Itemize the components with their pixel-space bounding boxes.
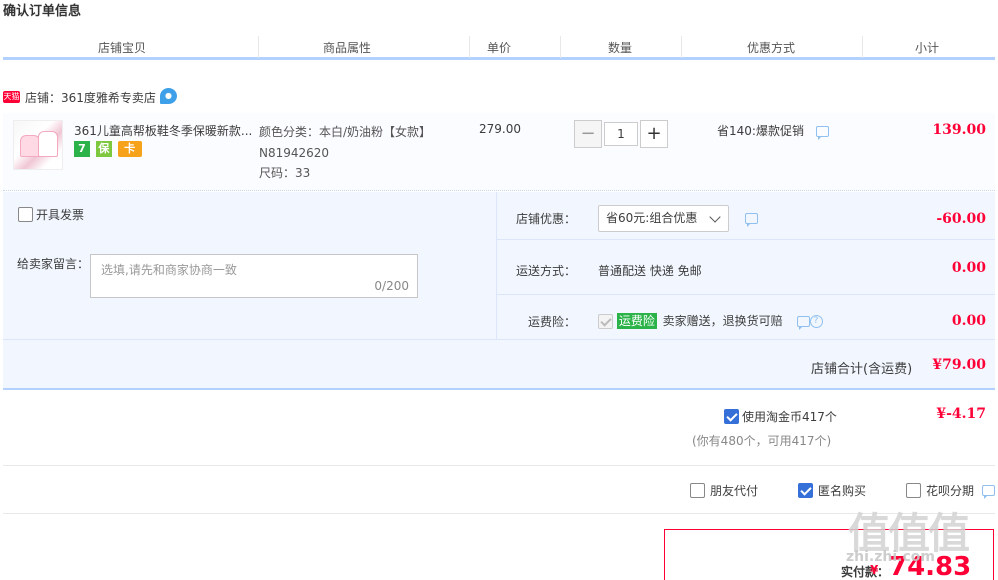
item-row: 361儿童高帮板鞋冬季保暖新款... 7 保 卡 颜色分类：本白/奶油粉【女款】… [3,113,995,191]
help-icon[interactable]: ? [809,315,823,328]
huabei-installment-option[interactable]: 花呗分期 [906,482,995,499]
use-coins-checkbox[interactable] [724,409,739,424]
column-divider [560,36,561,58]
promotion: 省140:爆款促销 [717,122,829,140]
promo-info-icon[interactable] [815,126,829,140]
unit-price: 279.00 [479,122,521,136]
anonymous-buy-checkbox[interactable] [798,483,813,498]
use-coins-label: 使用淘金币417个 [742,410,837,424]
insurance-text: 卖家赠送，退换货可赔 [662,314,783,328]
service-icons: 7 保 卡 [74,141,144,157]
column-subtotal: 小计 [915,41,940,55]
shipping-value: 普通配送 快递 免邮 [598,264,702,278]
divider [496,294,995,295]
friend-pay-checkbox[interactable] [690,483,705,498]
column-unit-price: 单价 [487,41,512,55]
order-options: 开具发票 给卖家留言： 选填,请先和商家协商一致 0/200 店铺优惠： 省60… [3,192,995,340]
column-divider [258,36,259,58]
huabei-label: 花呗分期 [926,484,975,498]
extra-options-row: 朋友代付 匿名购买 花呗分期 [3,466,995,514]
product-thumbnail[interactable] [13,120,63,170]
invoice-label: 开具发票 [36,208,85,222]
seven-day-return-icon[interactable]: 7 [74,141,90,157]
insurance-badge: 运费险 [616,313,657,329]
column-divider [681,36,682,58]
insurance-option: 运费险 卖家赠送，退换货可赔 ? [598,312,823,330]
shoe-image [20,135,40,157]
insurance-chat-icon[interactable] [796,316,810,330]
item-title-link[interactable]: 361儿童高帮板鞋冬季保暖新款... [74,122,256,139]
payment-currency: ¥ [870,563,879,577]
guarantee-icon[interactable]: 保 [95,141,112,157]
shop-discount-selected: 省60元:组合优惠 [606,211,698,225]
discount-info-icon[interactable] [745,213,758,227]
anonymous-buy-option[interactable]: 匿名购买 [798,482,866,499]
shop-total-label: 店铺合计(含运费) [811,362,913,377]
shop-discount-amount: -60.00 [936,211,986,227]
invoice-option[interactable]: 开具发票 [18,206,84,223]
column-divider [469,36,470,58]
sku-size: 尺码：33 [259,166,311,180]
sku-color: 颜色分类：本白/奶油粉【女款】 [259,125,432,139]
column-shop-items: 店铺宝贝 [98,41,147,55]
shop-discount-select[interactable]: 省60元:组合优惠 [598,205,729,232]
quantity-minus-button[interactable]: − [574,120,602,148]
invoice-checkbox[interactable] [18,207,33,222]
message-textarea[interactable]: 选填,请先和商家协商一致 0/200 [90,254,418,298]
anonymous-buy-label: 匿名购买 [818,484,867,498]
column-quantity: 数量 [608,41,633,55]
insurance-amount: 0.00 [951,313,986,329]
shoe-image [38,131,58,157]
wangwang-chat-icon[interactable]: ● [160,88,177,104]
huabei-checkbox[interactable] [906,483,921,498]
taobao-coin-row: 使用淘金币417个 (你有480个，可用417个) ¥-4.17 [3,392,995,466]
column-header: 店铺宝贝 商品属性 单价 数量 优惠方式 小计 [3,32,995,60]
friend-pay-option[interactable]: 朋友代付 [690,482,758,499]
coins-amount: ¥-4.17 [936,406,986,422]
chevron-down-icon [709,211,721,223]
shop-row: 天猫 店铺：361度雅希专卖店 ● [3,88,403,108]
page-title: 确认订单信息 [3,4,82,19]
column-discount: 优惠方式 [747,41,796,55]
quantity-plus-button[interactable]: + [640,120,668,148]
column-divider [862,36,863,58]
use-coins-option[interactable]: 使用淘金币417个 [724,408,837,425]
shop-discount-label: 店铺优惠： [515,212,576,226]
shop-total-row: 店铺合计(含运费) ¥79.00 [3,340,995,390]
huabei-info-icon[interactable] [981,485,995,499]
divider [496,239,995,240]
message-char-count: 0/200 [374,279,409,293]
item-subtotal: 139.00 [932,122,986,138]
friend-pay-label: 朋友代付 [710,484,759,498]
credit-card-icon[interactable]: 卡 [117,141,142,157]
shop-name-link[interactable]: 店铺：361度雅希专卖店 [25,89,156,106]
divider [496,192,497,340]
sku-attributes: 颜色分类：本白/奶油粉【女款】 N81942620 尺码：33 [259,122,431,184]
payment-label: 实付款： [841,565,890,579]
watermark-url: zhi.zhi.com [846,549,935,565]
sku-code: N81942620 [259,145,330,160]
shipping-label: 运送方式： [515,264,576,278]
promotion-text: 省140:爆款促销 [717,124,804,138]
insurance-checkbox [598,314,613,329]
coins-note: (你有480个，可用417个) [692,434,832,448]
tmall-badge: 天猫 [3,91,20,103]
shipping-amount: 0.00 [951,260,986,276]
insurance-label: 运费险： [527,315,576,329]
quantity-input[interactable]: 1 [604,122,638,146]
message-label: 给卖家留言： [17,257,90,271]
column-attributes: 商品属性 [323,41,372,55]
message-placeholder: 选填,请先和商家协商一致 [101,263,237,277]
shop-total-value: ¥79.00 [932,357,986,373]
